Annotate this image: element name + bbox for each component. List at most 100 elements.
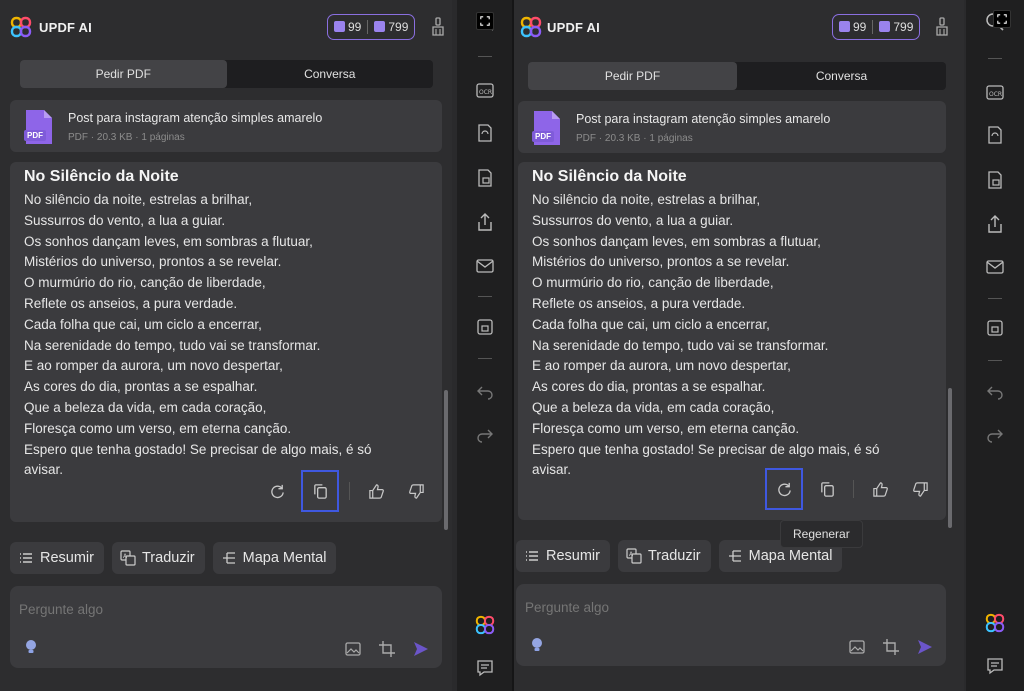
save-button[interactable]	[985, 318, 1005, 338]
file-card: PDF Post para instagram atenção simples …	[518, 101, 946, 153]
send-icon[interactable]	[412, 640, 430, 658]
undo-icon	[987, 386, 1003, 400]
share-icon	[988, 215, 1002, 233]
poem-line: Na serenidade do tempo, tudo vai se tran…	[532, 337, 829, 353]
redo-button[interactable]	[985, 425, 1005, 445]
ai-panel: UPDF AI 99 799 Pedir PDF Conversa PDF Po…	[514, 0, 964, 691]
email-button[interactable]	[475, 256, 495, 276]
share-button[interactable]	[475, 212, 495, 232]
send-icon[interactable]	[916, 638, 934, 656]
comment-button[interactable]	[475, 658, 495, 678]
toolbar-divider	[477, 56, 492, 57]
pdf-badge: PDF	[24, 130, 46, 141]
thumbs-down-button[interactable]	[402, 477, 430, 505]
comment-button[interactable]	[985, 656, 1005, 676]
poem-line: As cores do dia, prontas a se espalhar.	[532, 379, 766, 395]
right-toolbar: OCR	[966, 0, 1024, 691]
lock-file-icon	[988, 171, 1002, 189]
brand-title: UPDF AI	[547, 20, 600, 35]
poem-line: Que a beleza da vida, em cada coração,	[532, 399, 775, 415]
brand-title: UPDF AI	[39, 20, 92, 35]
thumbs-up-icon	[368, 483, 384, 499]
mode-tabs: Pedir PDF Conversa	[528, 62, 946, 90]
thumbs-down-button[interactable]	[906, 475, 934, 503]
poem-line: As cores do dia, prontas a se espalhar.	[24, 379, 258, 395]
ocr-button[interactable]: OCR	[985, 82, 1005, 102]
poem-line: E ao romper da aurora, um novo despertar…	[532, 358, 791, 374]
thumbs-up-button[interactable]	[866, 475, 894, 503]
comment-icon	[476, 660, 493, 677]
toolbar-divider	[477, 296, 492, 297]
poem-line: Sussurros do vento, a lua a guiar.	[532, 212, 734, 228]
clean-broom-icon[interactable]	[935, 17, 949, 37]
poem-line: No silêncio da noite, estrelas a brilhar…	[24, 192, 253, 207]
undo-button[interactable]	[475, 382, 495, 402]
list-icon	[20, 553, 32, 563]
tab-pedir-pdf[interactable]: Pedir PDF	[528, 62, 737, 90]
regenerate-button[interactable]	[765, 468, 803, 510]
divider	[853, 480, 854, 498]
scrollbar[interactable]	[948, 388, 952, 528]
poem-line: Floresça como um verso, em eterna canção…	[24, 420, 292, 436]
save-icon	[476, 319, 493, 335]
tab-conversa[interactable]: Conversa	[737, 62, 946, 90]
image-icon[interactable]	[848, 638, 866, 656]
lightbulb-icon	[26, 640, 36, 653]
expand-button[interactable]	[475, 12, 494, 30]
email-button[interactable]	[985, 257, 1005, 277]
updf-ai-button[interactable]	[985, 613, 1005, 633]
regenerate-button[interactable]	[263, 477, 291, 505]
expand-button[interactable]	[992, 10, 1011, 28]
share-icon	[477, 213, 492, 231]
translate-button[interactable]: A Traduzir	[617, 540, 711, 572]
input-tools	[344, 640, 430, 658]
updf-ai-button[interactable]	[475, 615, 495, 635]
convert-button[interactable]	[475, 123, 495, 143]
toolbar-divider	[988, 298, 1002, 299]
scrollbar[interactable]	[444, 390, 448, 530]
poem-line: O murmúrio do rio, canção de liberdade,	[532, 275, 774, 291]
clean-broom-icon[interactable]	[431, 17, 445, 37]
undo-button[interactable]	[985, 382, 1005, 402]
protect-button[interactable]	[475, 168, 495, 188]
quick-actions: Resumir A Traduzir Mapa Mental	[10, 542, 337, 574]
mind-map-button[interactable]: Mapa Mental	[212, 542, 337, 574]
updf-logo-icon	[10, 16, 32, 38]
tab-pedir-pdf[interactable]: Pedir PDF	[20, 60, 227, 88]
save-button[interactable]	[475, 317, 495, 337]
poem-line: Reflete os anseios, a pura verdade.	[532, 295, 746, 311]
poem-line: Os sonhos dançam leves, em sombras a flu…	[532, 233, 821, 249]
share-button[interactable]	[985, 214, 1005, 234]
convert-button[interactable]	[985, 125, 1005, 145]
protect-button[interactable]	[985, 170, 1005, 190]
redo-button[interactable]	[475, 425, 495, 445]
prompt-input[interactable]	[525, 600, 825, 615]
convert-icon	[988, 126, 1002, 144]
file-card: PDF Post para instagram atenção simples …	[10, 100, 442, 152]
prompt-input[interactable]	[19, 602, 319, 617]
image-icon[interactable]	[344, 640, 362, 658]
copy-button[interactable]	[813, 475, 841, 503]
ocr-button[interactable]: OCR	[475, 80, 495, 100]
crop-screenshot-icon[interactable]	[378, 640, 396, 658]
credits-badge[interactable]: 99 799	[327, 14, 416, 40]
file-meta: PDF · 20.3 KB · 1 páginas	[576, 133, 693, 144]
poem-line: Mistérios do universo, prontos a se reve…	[24, 254, 282, 270]
copy-button[interactable]	[301, 470, 339, 512]
summarize-button[interactable]: Resumir	[10, 542, 104, 574]
credits-badge[interactable]: 99 799	[832, 14, 921, 40]
prompt-tips-button[interactable]	[18, 634, 44, 660]
translate-button[interactable]: A Traduzir	[111, 542, 205, 574]
mind-map-icon	[222, 552, 235, 564]
poem-line: O murmúrio do rio, canção de liberdade,	[24, 275, 266, 291]
tab-conversa[interactable]: Conversa	[227, 60, 434, 88]
prompt-box	[516, 584, 946, 666]
thumbs-up-button[interactable]	[362, 477, 390, 505]
mind-map-label: Mapa Mental	[748, 548, 833, 564]
crop-screenshot-icon[interactable]	[882, 638, 900, 656]
prompt-tips-button[interactable]	[524, 632, 550, 658]
poem-line: Mistérios do universo, prontos a se reve…	[532, 254, 790, 270]
comment-icon	[987, 658, 1003, 675]
summarize-button[interactable]: Resumir	[516, 540, 610, 572]
translate-icon: A	[626, 548, 642, 564]
